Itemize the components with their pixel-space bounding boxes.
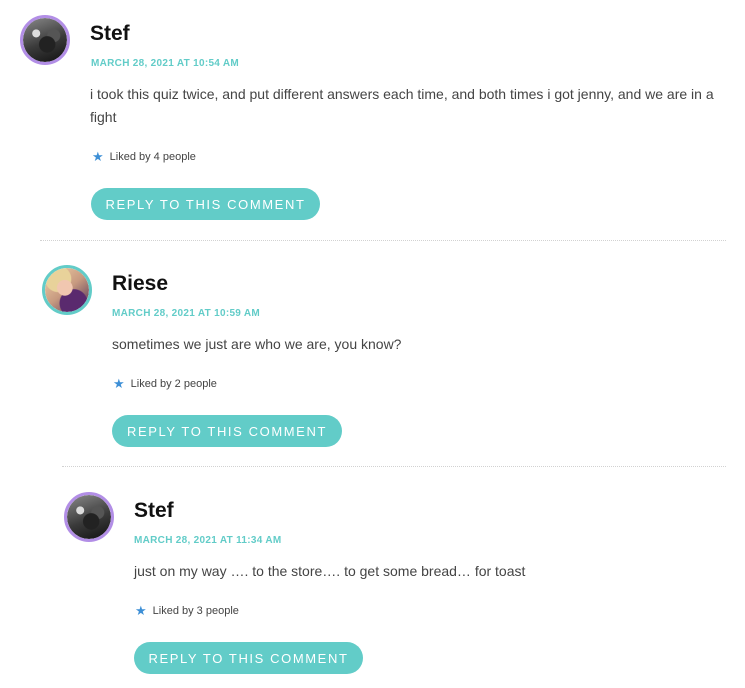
comment-author[interactable]: Stef — [134, 499, 174, 523]
comment-text: sometimes we just are who we are, you kn… — [112, 336, 402, 352]
comment-author[interactable]: Stef — [90, 22, 130, 46]
likes: ★ Liked by 2 people — [113, 377, 217, 390]
avatar-image — [67, 495, 111, 539]
comment-author[interactable]: Riese — [112, 272, 168, 296]
comment-divider — [40, 240, 726, 241]
comment-divider — [62, 466, 726, 467]
likes-count[interactable]: Liked by 4 people — [110, 151, 196, 163]
reply-button[interactable]: REPLY TO THIS COMMENT — [134, 642, 363, 674]
avatar-image — [23, 18, 67, 62]
star-icon: ★ — [135, 603, 147, 618]
comment-date[interactable]: MARCH 28, 2021 AT 10:59 AM — [112, 308, 260, 319]
likes-count[interactable]: Liked by 2 people — [131, 378, 217, 390]
likes: ★ Liked by 3 people — [135, 604, 239, 617]
avatar[interactable] — [42, 265, 92, 315]
avatar[interactable] — [20, 15, 70, 65]
star-icon: ★ — [92, 149, 104, 164]
comment-date[interactable]: MARCH 28, 2021 AT 11:34 AM — [134, 535, 281, 546]
avatar[interactable] — [64, 492, 114, 542]
likes: ★ Liked by 4 people — [92, 150, 196, 163]
reply-button[interactable]: REPLY TO THIS COMMENT — [112, 415, 342, 447]
star-icon: ★ — [113, 376, 125, 391]
reply-button[interactable]: REPLY TO THIS COMMENT — [91, 188, 320, 220]
comment-text: i took this quiz twice, and put differen… — [90, 86, 714, 125]
comment-text: just on my way …. to the store…. to get … — [134, 563, 526, 579]
avatar-image — [45, 268, 89, 312]
comment-date[interactable]: MARCH 28, 2021 AT 10:54 AM — [91, 58, 239, 69]
likes-count[interactable]: Liked by 3 people — [153, 605, 239, 617]
